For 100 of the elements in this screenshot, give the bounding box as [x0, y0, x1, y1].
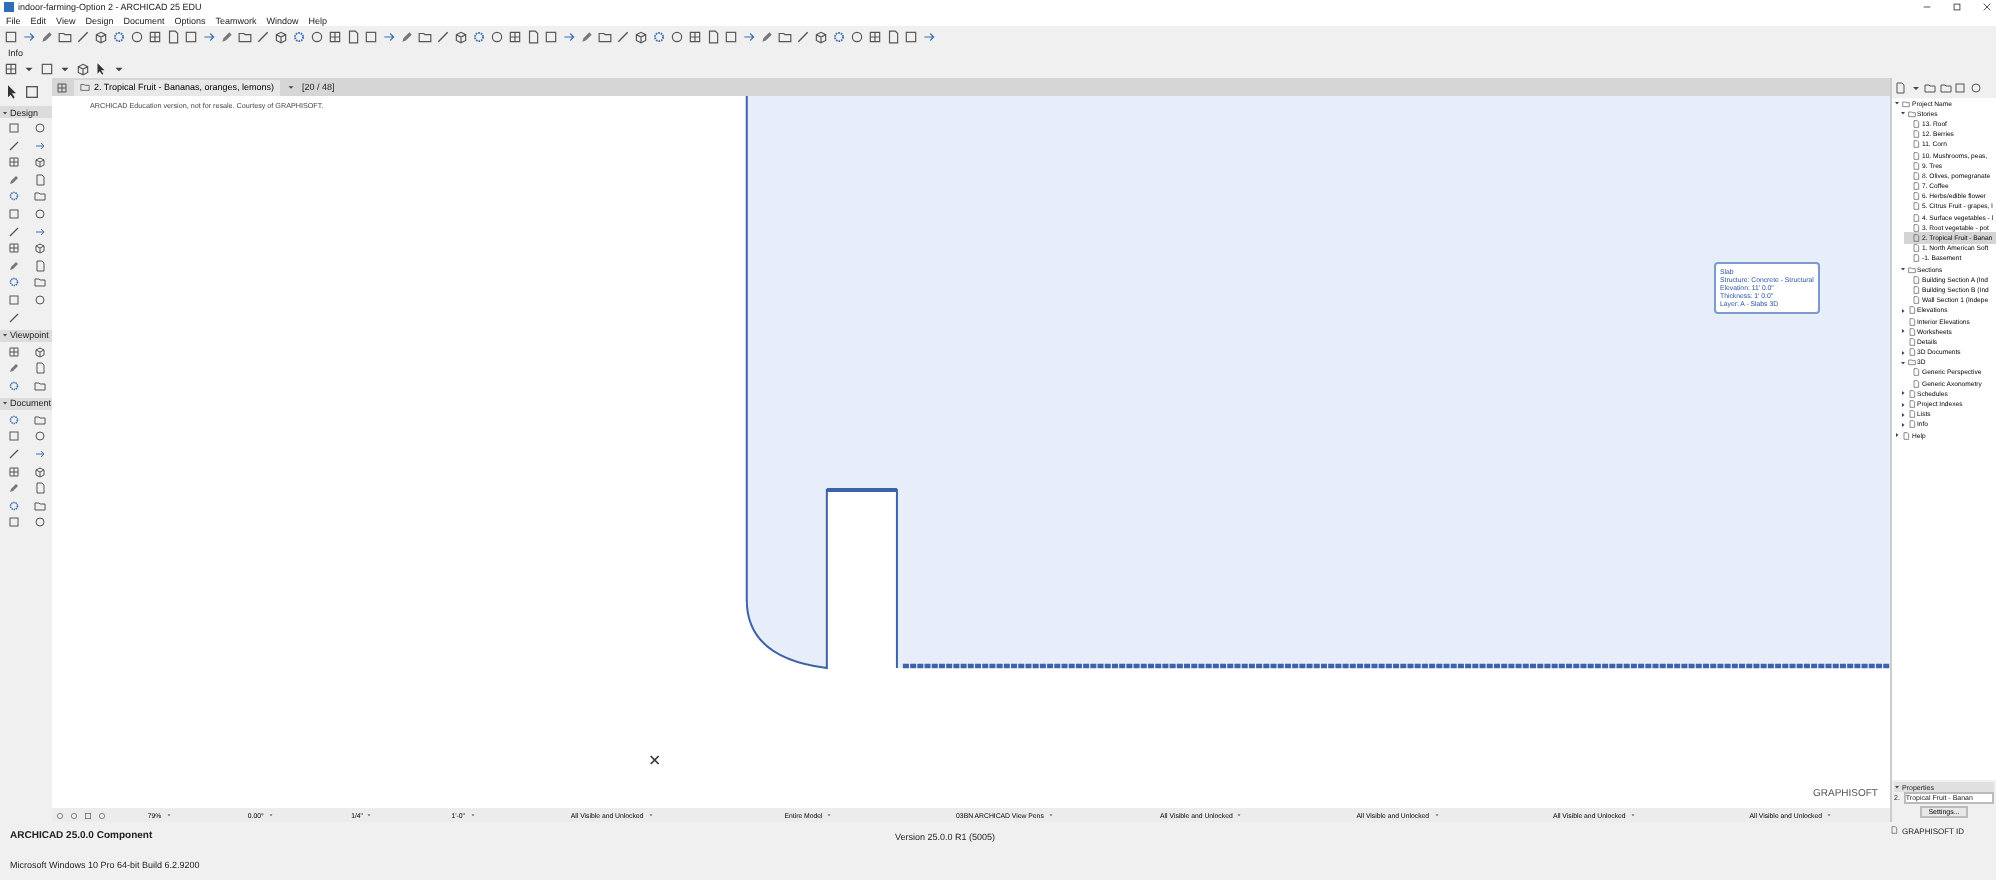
arrow-icon[interactable]: [33, 447, 45, 460]
folder-icon[interactable]: [58, 29, 72, 43]
circle-icon[interactable]: [70, 811, 78, 819]
arrow-icon[interactable]: [22, 29, 36, 43]
line-icon[interactable]: [436, 29, 450, 43]
close-icon[interactable]: [1982, 2, 1992, 12]
cube-icon[interactable]: [33, 242, 45, 255]
caret-icon[interactable]: [1899, 349, 1905, 356]
line-icon[interactable]: [256, 29, 270, 43]
square-icon[interactable]: [7, 293, 19, 306]
dropdown-icon[interactable]: [1909, 82, 1921, 94]
pencil-icon[interactable]: [7, 173, 19, 186]
circle-icon[interactable]: [310, 29, 324, 43]
grid-icon[interactable]: [688, 29, 702, 43]
caret-icon[interactable]: [1894, 784, 1900, 790]
square-icon[interactable]: [7, 122, 19, 134]
dropdown-icon[interactable]: [286, 82, 297, 92]
document-icon[interactable]: [1894, 82, 1906, 94]
document-icon[interactable]: [886, 29, 900, 43]
arrow-icon[interactable]: [742, 29, 756, 43]
line-icon[interactable]: [7, 139, 19, 152]
arrow-icon[interactable]: [33, 139, 45, 152]
circle-icon[interactable]: [490, 29, 504, 43]
circle-icon[interactable]: [33, 293, 45, 306]
arrow-icon[interactable]: [202, 29, 216, 43]
arrow-icon[interactable]: [922, 29, 936, 43]
caret-icon[interactable]: [1899, 266, 1905, 273]
document-icon[interactable]: [346, 29, 360, 43]
circle-icon[interactable]: [98, 811, 106, 819]
cursor-icon[interactable]: [4, 84, 20, 100]
grid-icon[interactable]: [7, 242, 19, 255]
folder-icon[interactable]: [33, 276, 45, 289]
cube-icon[interactable]: [454, 29, 468, 43]
folder-icon[interactable]: [238, 29, 252, 43]
caret-icon[interactable]: [1899, 359, 1905, 366]
circle-icon[interactable]: [56, 811, 64, 819]
grid-icon[interactable]: [7, 345, 19, 358]
folder-icon[interactable]: [33, 499, 45, 512]
square-icon[interactable]: [7, 207, 19, 220]
grid-icon[interactable]: [7, 465, 19, 477]
folder-icon[interactable]: [33, 413, 45, 426]
folder-icon[interactable]: [33, 190, 45, 203]
grid-icon[interactable]: [328, 29, 342, 43]
circle-icon[interactable]: [130, 29, 144, 43]
circle-icon[interactable]: [33, 430, 45, 443]
folder-icon[interactable]: [418, 29, 432, 43]
folder-icon[interactable]: [598, 29, 612, 43]
square-icon[interactable]: [544, 29, 558, 43]
line-icon[interactable]: [616, 29, 630, 43]
square-icon[interactable]: [40, 61, 54, 75]
cube-icon[interactable]: [33, 465, 45, 477]
circle-icon[interactable]: [33, 207, 45, 220]
grid-icon[interactable]: [56, 81, 68, 93]
caret-icon[interactable]: [1899, 401, 1905, 408]
cube-icon[interactable]: [33, 156, 45, 169]
square-icon[interactable]: [84, 811, 92, 819]
cursor-icon[interactable]: [94, 61, 108, 75]
cube-icon[interactable]: [76, 61, 90, 75]
arrow-icon[interactable]: [33, 225, 45, 238]
cube-icon[interactable]: [634, 29, 648, 43]
folder-icon[interactable]: [778, 29, 792, 43]
document-icon[interactable]: [33, 362, 45, 375]
caret-icon[interactable]: [2, 109, 8, 115]
cube-icon[interactable]: [274, 29, 288, 43]
cube-icon[interactable]: [94, 29, 108, 43]
square-icon[interactable]: [184, 29, 198, 43]
line-icon[interactable]: [7, 311, 19, 324]
circle-icon[interactable]: [850, 29, 864, 43]
document-icon[interactable]: [526, 29, 540, 43]
document-icon[interactable]: [706, 29, 720, 43]
circle-icon[interactable]: [33, 516, 45, 529]
cube-icon[interactable]: [33, 345, 45, 358]
caret-icon[interactable]: [1899, 390, 1905, 397]
square-icon[interactable]: [904, 29, 918, 43]
document-icon[interactable]: [33, 482, 45, 495]
document-icon[interactable]: [166, 29, 180, 43]
square-icon[interactable]: [24, 84, 40, 100]
pencil-icon[interactable]: [7, 482, 19, 495]
cube-icon[interactable]: [814, 29, 828, 43]
line-icon[interactable]: [796, 29, 810, 43]
circle-icon[interactable]: [1969, 82, 1981, 94]
caret-icon[interactable]: [1899, 411, 1905, 418]
grid-icon[interactable]: [7, 156, 19, 169]
caret-icon[interactable]: [1899, 328, 1905, 335]
maximize-icon[interactable]: [1952, 2, 1962, 12]
circle-icon[interactable]: [670, 29, 684, 43]
square-icon[interactable]: [364, 29, 378, 43]
grid-icon[interactable]: [868, 29, 882, 43]
caret-icon[interactable]: [1899, 110, 1905, 117]
document-icon[interactable]: [33, 173, 45, 186]
line-icon[interactable]: [7, 225, 19, 238]
square-icon[interactable]: [4, 29, 18, 43]
square-icon[interactable]: [724, 29, 738, 43]
pencil-icon[interactable]: [7, 362, 19, 375]
line-icon[interactable]: [76, 29, 90, 43]
grid-icon[interactable]: [508, 29, 522, 43]
document-icon[interactable]: [33, 259, 45, 272]
arrow-icon[interactable]: [382, 29, 396, 43]
square-icon[interactable]: [7, 430, 19, 443]
grid-icon[interactable]: [148, 29, 162, 43]
